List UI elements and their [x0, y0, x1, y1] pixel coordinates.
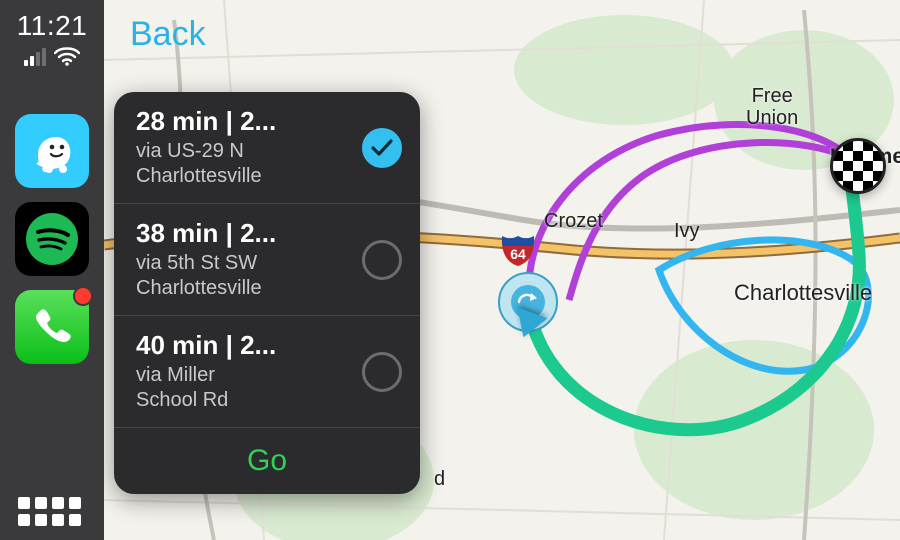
interstate-shield-icon: 64	[499, 232, 537, 266]
route-via: via MillerSchool Rd	[136, 363, 350, 413]
map-label-crozet: Crozet	[544, 210, 603, 233]
map-label-charlottesville: Charlottesville	[734, 280, 872, 306]
route-radio[interactable]	[362, 240, 402, 280]
carplay-home-button[interactable]	[18, 497, 81, 526]
back-button[interactable]: Back	[104, 0, 206, 68]
route-option-1[interactable]: 28 min | 2... via US-29 NCharlottesville	[114, 92, 420, 204]
svg-text:64: 64	[510, 246, 526, 262]
route-title: 28 min | 2...	[136, 106, 350, 137]
carplay-sidebar: 11:21	[0, 0, 104, 540]
go-button[interactable]: Go	[114, 428, 420, 494]
route-radio[interactable]	[362, 352, 402, 392]
notification-badge-icon	[73, 286, 93, 306]
wifi-icon	[54, 46, 80, 66]
route-option-2[interactable]: 38 min | 2... via 5th St SWCharlottesvil…	[114, 204, 420, 316]
route-options-card: 28 min | 2... via US-29 NCharlottesville…	[114, 92, 420, 494]
phone-app-icon[interactable]	[15, 290, 89, 364]
waze-app-icon[interactable]	[15, 114, 89, 188]
route-title: 40 min | 2...	[136, 330, 350, 361]
destination-flag-icon	[830, 138, 886, 194]
route-option-3[interactable]: 40 min | 2... via MillerSchool Rd	[114, 316, 420, 428]
route-via: via 5th St SWCharlottesville	[136, 251, 350, 301]
map-label-d-fragment: d	[434, 468, 445, 491]
route-radio-selected[interactable]	[362, 128, 402, 168]
map-label-ivy: Ivy	[674, 220, 700, 243]
status-icons	[24, 46, 80, 66]
map-view[interactable]: Free Union H ymea Crozet Ivy Charlottesv…	[104, 0, 900, 540]
route-title: 38 min | 2...	[136, 218, 350, 249]
status-time: 11:21	[17, 10, 88, 42]
check-icon	[371, 139, 393, 157]
cellular-signal-icon	[24, 48, 46, 66]
map-label-free-union: Free Union	[746, 85, 798, 129]
route-via: via US-29 NCharlottesville	[136, 139, 350, 189]
spotify-app-icon[interactable]	[15, 202, 89, 276]
